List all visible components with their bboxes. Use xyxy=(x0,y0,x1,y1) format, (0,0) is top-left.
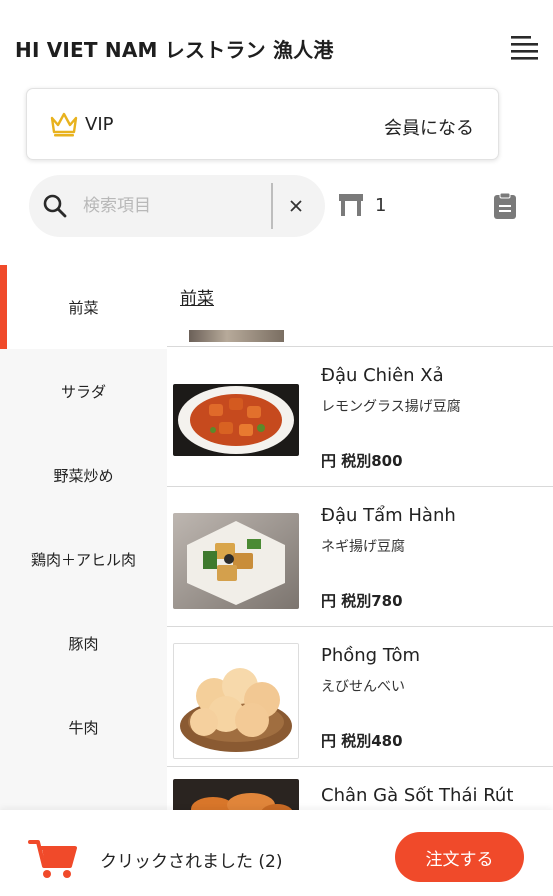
menu-item-image xyxy=(189,330,284,342)
category-item-appetizers[interactable]: 前菜 xyxy=(0,265,167,349)
cart-status-text: クリックされました (2) xyxy=(100,852,283,872)
hamburger-menu-icon[interactable] xyxy=(508,33,542,63)
search-input[interactable] xyxy=(83,189,263,223)
menu-item-subtitle: えびせんべい xyxy=(321,679,405,695)
menu-item[interactable]: Đậu Tẩm Hành ネギ揚げ豆腐 円 税別780 xyxy=(167,486,553,626)
menu-item-image xyxy=(173,779,299,810)
category-label: 野菜炒め xyxy=(53,466,114,485)
vip-banner[interactable]: VIP 会員になる xyxy=(26,88,499,160)
become-member-link[interactable]: 会員になる xyxy=(384,114,474,140)
search-bar xyxy=(29,175,325,237)
close-icon[interactable] xyxy=(284,194,308,218)
category-label: 鶏肉＋アヒル肉 xyxy=(30,550,136,569)
category-label: 前菜 xyxy=(68,298,99,317)
menu-item-subtitle: レモングラス揚げ豆腐 xyxy=(321,399,461,415)
menu-item-image xyxy=(173,643,299,759)
clipboard-icon[interactable] xyxy=(493,192,517,220)
active-category-indicator xyxy=(0,265,7,349)
shopping-cart-icon[interactable] xyxy=(28,838,78,880)
category-label: 牛肉 xyxy=(68,718,99,737)
crown-icon xyxy=(49,110,79,138)
menu-item-price: 円 税別800 xyxy=(321,452,403,470)
menu-item-name: Đậu Tẩm Hành xyxy=(321,505,456,526)
category-sidebar: 前菜 サラダ 野菜炒め 鶏肉＋アヒル肉 豚肉 牛肉 xyxy=(0,265,167,810)
vip-label: VIP xyxy=(85,114,114,135)
cart-footer: クリックされました (2) 注文する xyxy=(0,810,553,896)
menu-item[interactable]: Chân Gà Sốt Thái Rút xyxy=(167,766,553,810)
menu-item-image xyxy=(173,513,299,609)
search-icon xyxy=(42,193,68,219)
menu-item[interactable]: Phồng Tôm えびせんべい 円 税別480 xyxy=(167,626,553,766)
table-icon xyxy=(338,192,364,218)
category-item-pork[interactable]: 豚肉 xyxy=(0,601,167,685)
page-title: HI VIET NAM レストラン 漁人港 xyxy=(15,38,334,62)
app-header: HI VIET NAM レストラン 漁人港 xyxy=(0,0,553,88)
category-item-stir-fried-vegetables[interactable]: 野菜炒め xyxy=(0,433,167,517)
menu-item-name: Chân Gà Sốt Thái Rút xyxy=(321,785,514,806)
menu-item-name: Đậu Chiên Xả xyxy=(321,365,444,386)
category-label: サラダ xyxy=(60,382,106,401)
category-item-beef[interactable]: 牛肉 xyxy=(0,685,167,769)
menu-item-price: 円 税別480 xyxy=(321,732,403,750)
table-number: 1 xyxy=(375,195,387,216)
search-divider xyxy=(271,183,273,229)
order-button[interactable]: 注文する xyxy=(395,832,524,882)
category-label: 豚肉 xyxy=(68,634,99,653)
menu-item[interactable]: Đậu Chiên Xả レモングラス揚げ豆腐 円 税別800 xyxy=(167,346,553,486)
menu-item-image xyxy=(173,384,299,456)
category-item-chicken-duck[interactable]: 鶏肉＋アヒル肉 xyxy=(0,517,167,601)
menu-item-subtitle: ネギ揚げ豆腐 xyxy=(321,539,405,555)
menu-item-name: Phồng Tôm xyxy=(321,645,421,666)
section-title: 前菜 xyxy=(180,289,214,309)
category-item-salad[interactable]: サラダ xyxy=(0,349,167,433)
menu-item-price: 円 税別780 xyxy=(321,592,403,610)
